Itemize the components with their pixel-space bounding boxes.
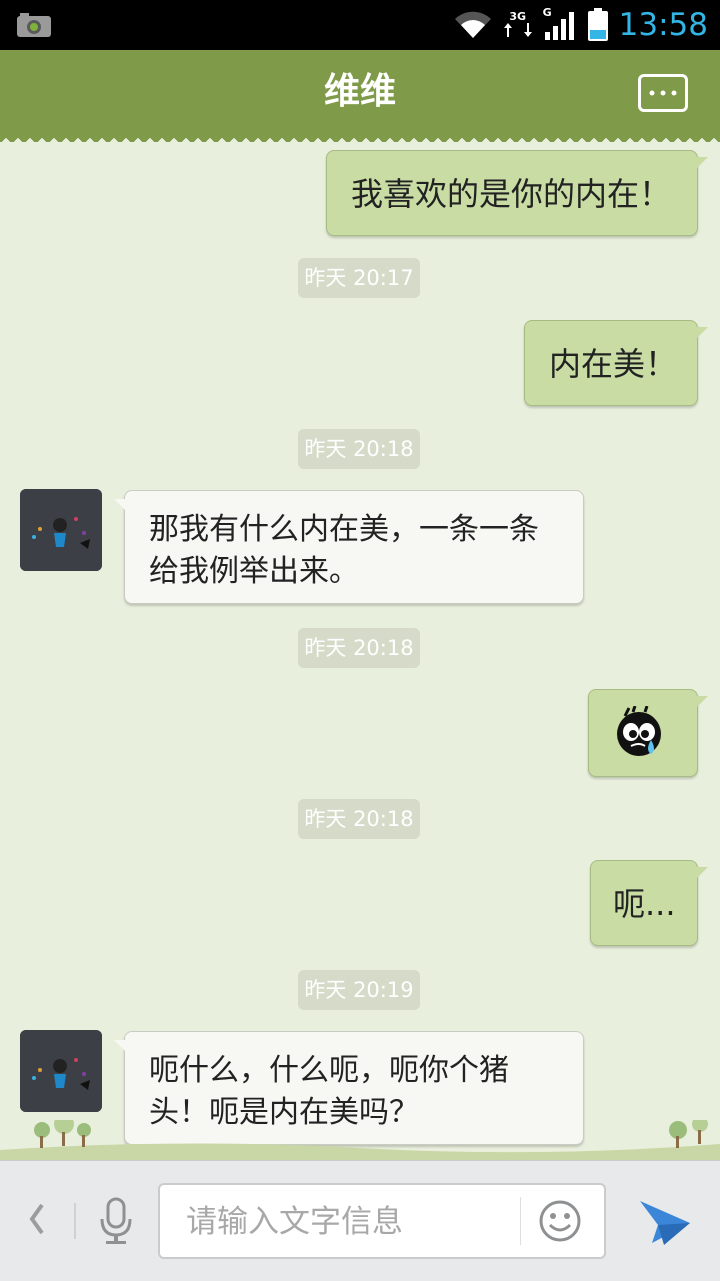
contact-avatar[interactable] — [20, 489, 102, 571]
contact-avatar[interactable] — [20, 1030, 102, 1112]
message-incoming[interactable]: 那我有什么内在美，一条一条给我例举出来。 — [114, 490, 584, 604]
send-icon[interactable] — [638, 1197, 692, 1249]
network-label-g: G — [542, 6, 552, 19]
crying-face-sticker-icon — [617, 706, 661, 756]
message-text: 呃什么，什么呃，呃你个猪头！呃是内在美吗？ — [149, 1053, 509, 1130]
message-text: 呃... — [613, 885, 676, 923]
message-outgoing[interactable]: 我喜欢的是你的内在！ — [326, 150, 708, 236]
avatar-image — [20, 489, 102, 571]
timestamp: 昨天 20:18 — [298, 799, 420, 839]
emoji-smiley-icon[interactable] — [538, 1199, 582, 1243]
network-label-3g: 3G — [509, 10, 526, 23]
camera-notification-icon — [17, 13, 51, 37]
more-dots-icon — [649, 90, 677, 96]
wifi-icon — [454, 11, 491, 38]
signal-indicator: G — [542, 6, 577, 40]
chat-area[interactable]: 我喜欢的是你的内在！ 昨天 20:17 内在美！ 昨天 20:18 那我有什么内… — [0, 142, 720, 1160]
message-text: 那我有什么内在美，一条一条给我例举出来。 — [149, 512, 539, 589]
message-input-box[interactable] — [158, 1183, 606, 1259]
microphone-icon[interactable] — [96, 1197, 136, 1245]
collapse-chevron-icon[interactable] — [24, 1199, 50, 1239]
timestamp: 昨天 20:18 — [298, 429, 420, 469]
status-bar: 3G G 13:58 — [0, 0, 720, 50]
message-text: 我喜欢的是你的内在！ — [351, 175, 672, 213]
clock: 13:58 — [618, 7, 708, 43]
timestamp: 昨天 20:17 — [298, 258, 420, 298]
input-bar — [0, 1160, 720, 1281]
avatar-image — [20, 1030, 102, 1112]
timestamp: 昨天 20:19 — [298, 970, 420, 1010]
timestamp: 昨天 20:18 — [298, 628, 420, 668]
data-arrows-icon — [503, 23, 532, 37]
chat-menu-button[interactable] — [638, 74, 688, 112]
network-type-indicator: 3G — [503, 10, 533, 38]
landscape-decoration — [0, 1120, 720, 1160]
message-text: 内在美！ — [549, 345, 678, 383]
divider — [74, 1203, 76, 1239]
battery-icon — [587, 8, 608, 41]
title-bar: 维维 — [0, 50, 720, 142]
message-outgoing[interactable]: 呃... — [590, 860, 708, 946]
message-outgoing[interactable]: 内在美！ — [524, 320, 708, 406]
input-separator — [520, 1197, 521, 1245]
chat-title: 维维 — [323, 71, 396, 112]
message-outgoing-sticker[interactable] — [588, 689, 708, 777]
message-input[interactable] — [184, 1195, 518, 1249]
